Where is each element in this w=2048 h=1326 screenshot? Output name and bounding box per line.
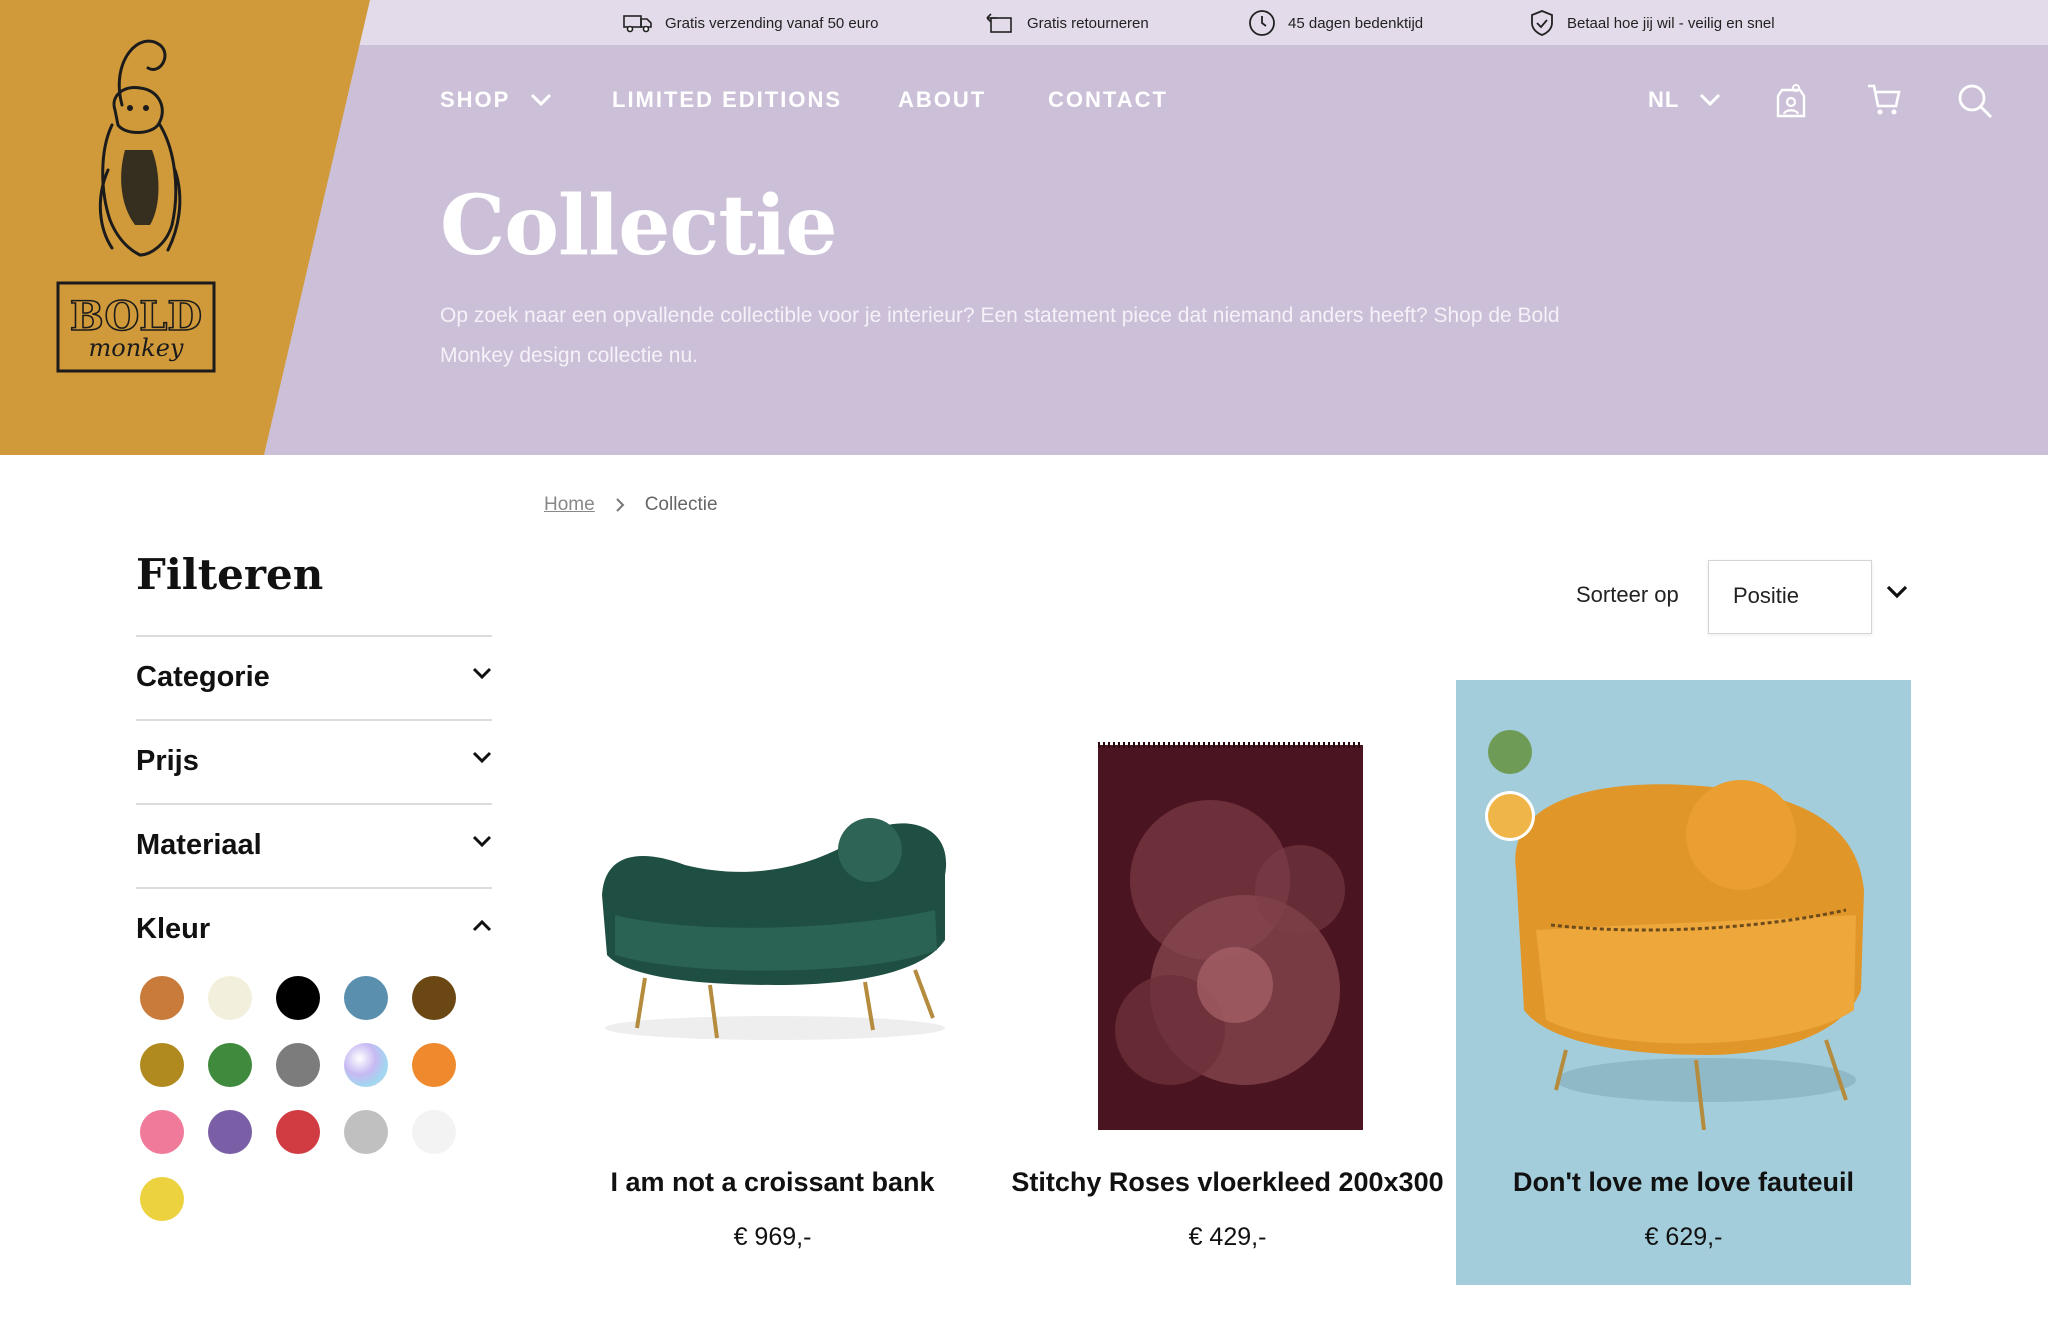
product-price: € 629,- [1644,1223,1723,1251]
product-name[interactable]: Stitchy Roses vloerkleed 200x300 [1000,1167,1455,1198]
product-price: € 969,- [733,1223,812,1251]
shield-check-icon [1531,10,1553,36]
chevron-right-icon [615,498,625,512]
usp-text: Betaal hoe jij wil - veilig en snel [1567,14,1775,32]
color-swatch[interactable] [412,1110,456,1154]
nav-shop-label: SHOP [440,87,511,112]
language-label: NL [1648,87,1680,112]
filter-label: Categorie [136,661,270,693]
product-price: € 429,- [1188,1223,1267,1251]
page-intro: Op zoek naar een opvallende collectible … [440,304,1560,367]
svg-text:monkey: monkey [89,334,184,362]
product-card-hovered[interactable]: Don't love me love fauteuil € 629,- [1456,680,1911,1285]
color-variant-green[interactable] [1488,730,1532,774]
color-swatch[interactable] [140,1177,184,1221]
chevron-down-icon [472,667,492,680]
usp-cooldown: 45 dagen bedenktijd [1248,10,1423,36]
usp-payment: Betaal hoe jij wil - veilig en snel [1529,10,1775,36]
nav-limited-label: LIMITED EDITIONS [612,87,842,112]
color-swatch[interactable] [412,1043,456,1087]
color-swatch[interactable] [344,976,388,1020]
product-image-rug [1098,742,1363,1130]
color-swatch[interactable] [276,1043,320,1087]
truck-icon [623,15,652,33]
color-swatch[interactable] [208,976,252,1020]
color-swatch[interactable] [140,976,184,1020]
sort-label: Sorteer op [1576,582,1679,607]
page-header: Gratis verzending vanaf 50 euro Gratis r… [0,0,2048,455]
language-selector[interactable]: NL [1648,84,1721,116]
color-swatch[interactable] [276,1110,320,1154]
breadcrumb-home[interactable]: Home [544,494,595,516]
chevron-up-icon [472,919,492,932]
breadcrumb-current: Collectie [644,494,718,515]
chevron-down-icon [472,751,492,764]
nav-contact-label: CONTACT [1048,87,1168,112]
chevron-down-icon [531,93,552,107]
usp-text: Gratis retourneren [1027,14,1149,32]
product-name[interactable]: Don't love me love fauteuil [1456,1167,1911,1198]
color-swatch[interactable] [140,1043,184,1087]
breadcrumb: Home Collectie [544,494,718,516]
nav-about[interactable]: ABOUT [898,84,986,116]
product-card[interactable]: Stitchy Roses vloerkleed 200x300 € 429,- [1000,680,1455,1285]
nav-shop[interactable]: SHOP [440,84,552,116]
usp-text: Gratis verzending vanaf 50 euro [665,14,879,32]
color-swatch[interactable] [344,1043,388,1087]
product-name[interactable]: I am not a croissant bank [545,1167,1000,1198]
filter-materiaal[interactable]: Materiaal [136,803,492,887]
clock-icon [1249,10,1275,36]
return-icon [986,13,1012,33]
user-tag-icon [1776,84,1806,118]
nav-about-label: ABOUT [898,87,987,112]
filter-categorie[interactable]: Categorie [136,635,492,719]
color-swatch[interactable] [208,1110,252,1154]
nav-limited-editions[interactable]: LIMITED EDITIONS [612,84,842,116]
nav-contact[interactable]: CONTACT [1048,84,1168,116]
chevron-down-icon [1700,93,1721,107]
color-swatch[interactable] [344,1110,388,1154]
usp-returns: Gratis retourneren [985,10,1149,36]
filter-label: Kleur [136,913,211,945]
sort-select[interactable]: Positie [1708,560,1872,634]
usp-text: 45 dagen bedenktijd [1288,14,1424,32]
filter-label: Materiaal [136,829,262,861]
account-button[interactable] [1774,82,1808,125]
color-swatch[interactable] [208,1043,252,1087]
logo[interactable]: BOLD monkey [0,0,370,455]
color-swatch[interactable] [276,976,320,1020]
color-variant-yellow-selected[interactable] [1488,794,1532,838]
cart-icon [1868,84,1901,115]
search-button[interactable] [1956,82,1994,125]
page-title: Collectie [440,178,838,274]
color-swatch[interactable] [412,976,456,1020]
chevron-down-icon[interactable] [1886,585,1908,599]
search-icon [1958,84,1992,118]
filter-prijs[interactable]: Prijs [136,719,492,803]
svg-text:BOLD: BOLD [70,293,202,340]
filter-title: Filteren [136,550,324,599]
filter-kleur[interactable]: Kleur [136,887,492,971]
product-image-sofa [602,818,947,1040]
filter-label: Prijs [136,745,199,777]
color-swatch[interactable] [140,1110,184,1154]
product-card[interactable]: I am not a croissant bank € 969,- [545,680,1000,1285]
cart-button[interactable] [1866,82,1902,123]
usp-shipping: Gratis verzending vanaf 50 euro [623,10,878,36]
product-image-armchair [1515,780,1864,1130]
sort-value: Positie [1733,583,1800,608]
chevron-down-icon [472,835,492,848]
